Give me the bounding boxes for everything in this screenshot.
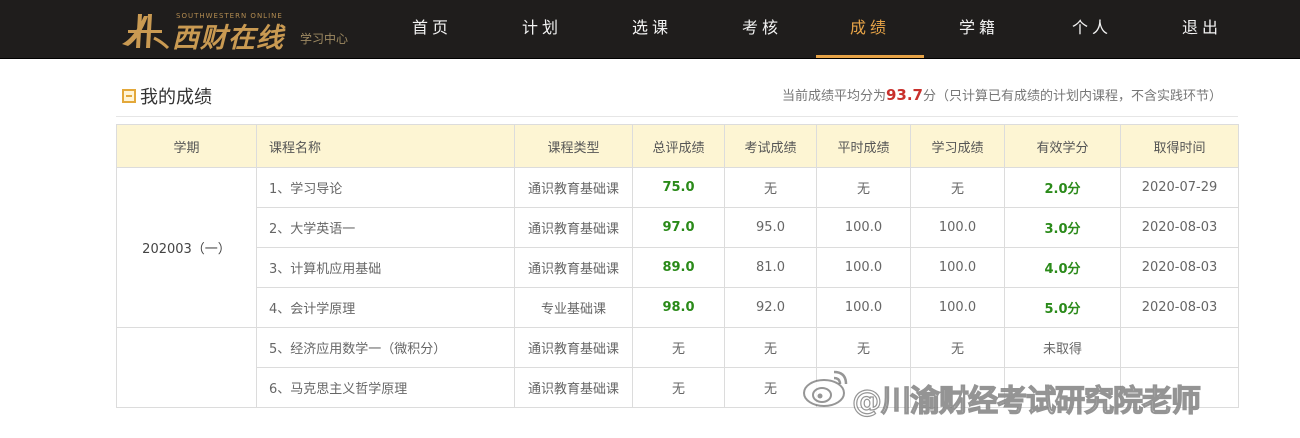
column-header-total-score: 总评成绩 (632, 124, 725, 168)
course-name-cell: 4、会计学原理 (256, 287, 515, 328)
average-suffix: 分（只计算已有成绩的计划内课程，不含实践环节） (922, 89, 1222, 104)
study-score-cell: 无 (910, 167, 1005, 208)
study-score-cell: 100.0 (910, 287, 1005, 328)
total-score-cell: 无 (632, 367, 725, 408)
section-icon (122, 89, 136, 103)
column-header-term: 学期 (116, 124, 257, 168)
nav-item-assessment[interactable]: 考核 (708, 0, 816, 55)
column-header-exam-score: 考试成绩 (724, 124, 817, 168)
section-divider (116, 116, 1238, 117)
credit-cell: 2.0分 (1004, 167, 1121, 208)
nav-item-grades[interactable]: 成绩 (816, 0, 924, 58)
column-header-study-score: 学习成绩 (910, 124, 1005, 168)
average-prefix: 当前成绩平均分为 (781, 89, 886, 104)
term-cell (116, 327, 257, 408)
study-score-cell (910, 367, 1005, 408)
nav-item-student-status[interactable]: 学籍 (924, 0, 1034, 55)
exam-score-cell: 95.0 (724, 207, 817, 248)
credit-cell: 未取得 (1004, 327, 1121, 368)
table-row: 2、大学英语一 通识教育基础课 97.0 95.0 100.0 100.0 3.… (117, 207, 1239, 248)
course-type-cell: 通识教育基础课 (514, 327, 633, 368)
date-cell: 2020-07-29 (1120, 167, 1239, 208)
course-name-cell: 1、学习导论 (256, 167, 515, 208)
credit-cell: 4.0分 (1004, 247, 1121, 288)
table-row: 6、马克思主义哲学原理 通识教育基础课 无 无 (117, 367, 1239, 408)
course-name-cell: 6、马克思主义哲学原理 (256, 367, 515, 408)
nav-item-home[interactable]: 首页 (376, 0, 488, 55)
nav-item-logout[interactable]: 退出 (1150, 0, 1254, 55)
date-cell (1120, 367, 1239, 408)
nav-item-course-selection[interactable]: 选课 (596, 0, 708, 55)
exam-score-cell: 81.0 (724, 247, 817, 288)
table-header-row: 学期 课程名称 课程类型 总评成绩 考试成绩 平时成绩 学习成绩 有效学分 取得… (116, 124, 1239, 168)
column-header-usual-score: 平时成绩 (816, 124, 911, 168)
column-header-credits: 有效学分 (1004, 124, 1121, 168)
date-cell: 2020-08-03 (1120, 247, 1239, 288)
total-score-cell: 75.0 (632, 167, 725, 208)
table-row: 4、会计学原理 专业基础课 98.0 92.0 100.0 100.0 5.0分… (117, 287, 1239, 328)
table-row: 5、经济应用数学一（微积分） 通识教育基础课 无 无 无 无 未取得 (116, 327, 1239, 408)
average-score-note: 当前成绩平均分为93.7分（只计算已有成绩的计划内课程，不含实践环节） (782, 85, 1222, 104)
total-score-cell: 98.0 (632, 287, 725, 328)
course-type-cell: 通识教育基础课 (514, 207, 633, 248)
course-name-cell: 2、大学英语一 (256, 207, 515, 248)
site-logo[interactable]: SOUTHWESTERN ONLINE 西财在线 学习中心 (114, 6, 364, 54)
total-score-cell: 无 (632, 327, 725, 368)
column-header-date: 取得时间 (1120, 124, 1239, 168)
credit-cell: 3.0分 (1004, 207, 1121, 248)
table-row: 202003（一） 1、学习导论 通识教育基础课 75.0 无 无 无 2.0分… (116, 167, 1239, 328)
logo-mark-icon (122, 14, 170, 50)
logo-title: 西财在线 (172, 23, 284, 54)
column-header-course-name: 课程名称 (256, 124, 515, 168)
nav-item-personal[interactable]: 个人 (1034, 0, 1150, 55)
credit-cell (1004, 367, 1121, 408)
date-cell: 2020-08-03 (1120, 287, 1239, 328)
course-name-cell: 5、经济应用数学一（微积分） (256, 327, 515, 368)
study-score-cell: 100.0 (910, 207, 1005, 248)
exam-score-cell: 无 (724, 327, 817, 368)
course-type-cell: 通识教育基础课 (514, 247, 633, 288)
exam-score-cell: 无 (724, 167, 817, 208)
course-type-cell: 通识教育基础课 (514, 167, 633, 208)
average-score-value: 93.7 (885, 86, 923, 104)
total-score-cell: 97.0 (632, 207, 725, 248)
table-row: 3、计算机应用基础 通识教育基础课 89.0 81.0 100.0 100.0 … (117, 247, 1239, 288)
study-score-cell: 100.0 (910, 247, 1005, 288)
study-score-cell: 无 (910, 327, 1005, 368)
course-type-cell: 通识教育基础课 (514, 367, 633, 408)
logo-subtitle: 学习中心 (300, 32, 349, 46)
grades-table: 学期 课程名称 课程类型 总评成绩 考试成绩 平时成绩 学习成绩 有效学分 取得… (116, 124, 1239, 408)
usual-score-cell: 无 (816, 327, 911, 368)
date-cell (1120, 327, 1239, 368)
usual-score-cell: 无 (816, 167, 911, 208)
course-type-cell: 专业基础课 (514, 287, 633, 328)
main-nav: 首页 计划 选课 考核 成绩 学籍 个人 退出 (376, 0, 1254, 58)
exam-score-cell: 92.0 (724, 287, 817, 328)
usual-score-cell (816, 367, 911, 408)
exam-score-cell: 无 (724, 367, 817, 408)
usual-score-cell: 100.0 (816, 207, 911, 248)
usual-score-cell: 100.0 (816, 287, 911, 328)
column-header-course-type: 课程类型 (514, 124, 633, 168)
course-name-cell: 3、计算机应用基础 (256, 247, 515, 288)
date-cell: 2020-08-03 (1120, 207, 1239, 248)
top-nav-bar: SOUTHWESTERN ONLINE 西财在线 学习中心 首页 计划 选课 考… (0, 0, 1300, 59)
nav-item-plan[interactable]: 计划 (488, 0, 596, 55)
usual-score-cell: 100.0 (816, 247, 911, 288)
credit-cell: 5.0分 (1004, 287, 1121, 328)
section-header: 我的成绩 (122, 83, 212, 109)
term-cell: 202003（一） (116, 167, 257, 328)
section-title: 我的成绩 (140, 87, 212, 108)
total-score-cell: 89.0 (632, 247, 725, 288)
